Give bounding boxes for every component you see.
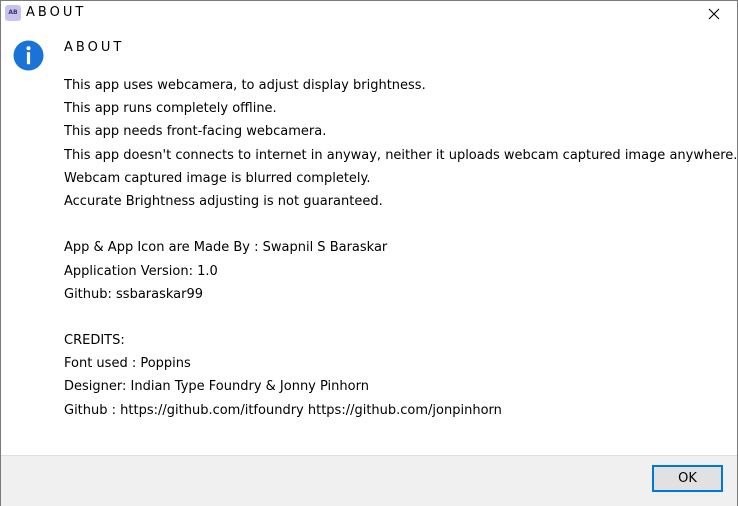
message-line: Webcam captured image is blurred complet…: [64, 170, 371, 186]
message-line: CREDITS:: [64, 333, 125, 349]
message-line: This app needs front-facing webcamera.: [64, 124, 327, 140]
info-icon: [13, 40, 44, 71]
message-line: Application Version: 1.0: [64, 263, 218, 279]
close-button[interactable]: [691, 1, 737, 27]
dialog-message: This app uses webcamera, to adjust displ…: [64, 74, 737, 422]
title-bar: AB ABOUT: [1, 1, 737, 27]
message-line: This app uses webcamera, to adjust displ…: [64, 78, 426, 93]
dialog-footer: OK: [1, 455, 737, 506]
message-line: This app doesn't connects to internet in…: [64, 147, 738, 163]
message-line: This app runs completely offline.: [64, 101, 277, 117]
about-dialog-window: AB ABOUT ABOUT This app uses webcamera, …: [0, 0, 738, 506]
close-icon: [708, 8, 720, 20]
message-line: Accurate Brightness adjusting is not gua…: [64, 193, 383, 209]
message-line: Designer: Indian Type Foundry & Jonny Pi…: [64, 379, 369, 395]
dialog-heading: ABOUT: [64, 40, 125, 55]
message-line: Github : https://github.com/itfoundry ht…: [64, 402, 502, 418]
app-icon: AB: [5, 5, 21, 21]
ok-button[interactable]: OK: [652, 465, 723, 492]
window-title: ABOUT: [26, 5, 87, 20]
message-line: Font used : Poppins: [64, 356, 191, 372]
message-line: App & App Icon are Made By : Swapnil S B…: [64, 240, 388, 256]
message-line: Github: ssbaraskar99: [64, 286, 204, 302]
